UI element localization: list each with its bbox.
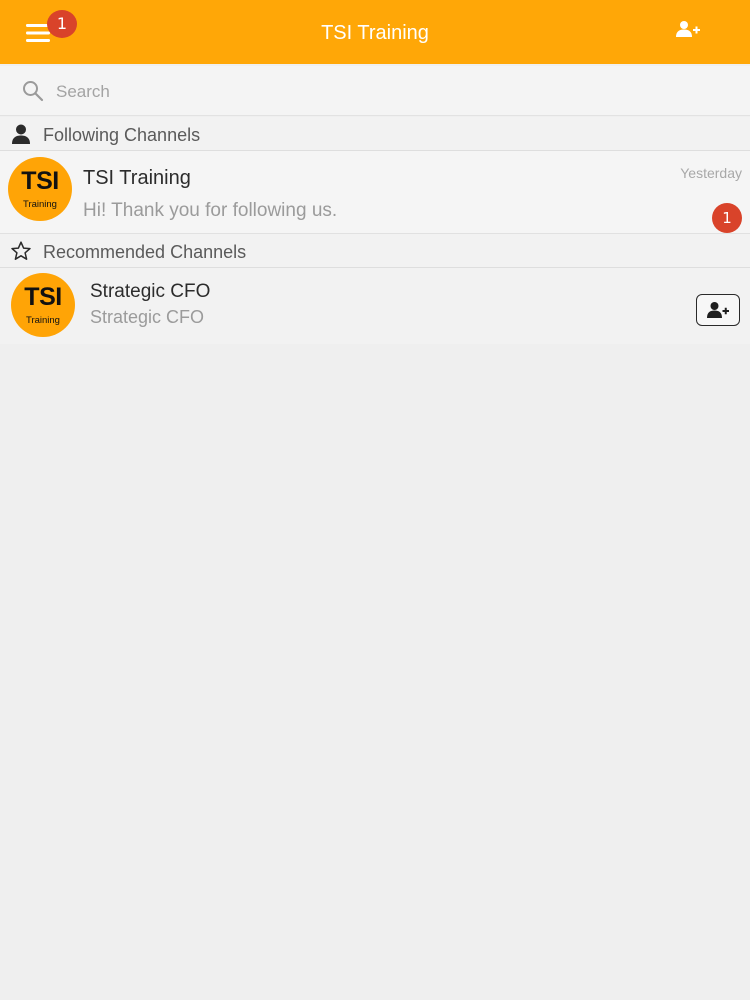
channel-timestamp: Yesterday <box>680 165 742 181</box>
add-user-icon <box>707 302 729 318</box>
avatar-initials: TSI <box>24 283 62 311</box>
channel-name: TSI Training <box>83 167 191 189</box>
channel-row-tsi-training[interactable]: TSI Training TSI Training Hi! Thank you … <box>0 151 750 234</box>
channel-name: Strategic CFO <box>90 281 211 302</box>
channel-subtitle: Strategic CFO <box>90 307 205 327</box>
search-input[interactable] <box>56 76 716 108</box>
section-header-recommended: Recommended Channels <box>0 234 750 268</box>
star-icon <box>11 241 31 260</box>
avatar-subtext: Training <box>26 315 60 326</box>
channel-row-strategic-cfo[interactable]: TSI Training Strategic CFO Strategic CFO <box>0 268 750 344</box>
avatar: TSI Training <box>11 273 75 337</box>
add-channel-button[interactable] <box>676 20 710 46</box>
avatar-initials: TSI <box>21 167 59 195</box>
search-icon <box>23 81 44 102</box>
section-header-following: Following Channels <box>0 117 750 151</box>
person-icon <box>12 124 30 144</box>
channel-last-message: Hi! Thank you for following us. <box>83 200 338 221</box>
avatar-subtext: Training <box>23 199 57 210</box>
add-user-icon <box>676 21 700 37</box>
avatar: TSI Training <box>8 157 72 221</box>
app-root: 1 TSI Training Following Channels TSI <box>0 0 750 1000</box>
section-label-recommended: Recommended Channels <box>43 242 247 262</box>
unread-badge: 1 <box>712 203 742 233</box>
follow-channel-button[interactable] <box>696 294 740 326</box>
section-label-following: Following Channels <box>43 125 201 145</box>
app-header: 1 TSI Training <box>0 0 750 64</box>
search-bar <box>0 66 750 116</box>
page-title: TSI Training <box>321 22 429 44</box>
